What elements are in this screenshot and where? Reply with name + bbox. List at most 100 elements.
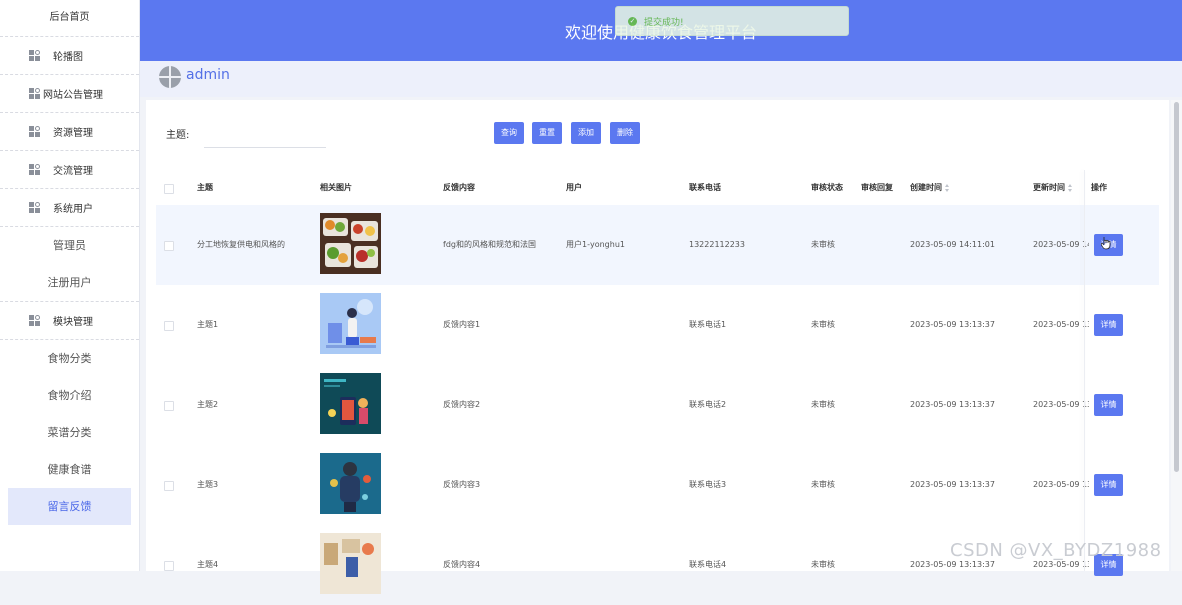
cell-phone: 联系电话2 bbox=[689, 400, 727, 409]
grid-icon bbox=[29, 201, 41, 214]
sidebar-item-healthy-recipes[interactable]: 健康食谱 bbox=[0, 451, 139, 488]
cell-phone: 联系电话1 bbox=[689, 320, 727, 329]
grid-icon bbox=[29, 314, 41, 327]
col-image: 相关图片 bbox=[320, 183, 352, 192]
sidebar-item-recipe-category[interactable]: 菜谱分类 bbox=[0, 414, 139, 451]
cell-content: 反馈内容4 bbox=[443, 560, 481, 569]
col-user: 用户 bbox=[566, 183, 582, 192]
reset-button[interactable]: 重置 bbox=[532, 122, 562, 144]
sidebar-item-resources[interactable]: 资源管理 bbox=[0, 113, 139, 151]
cell-updated: 2023-05-09 13:13:37 bbox=[1033, 320, 1089, 329]
avatar[interactable] bbox=[159, 66, 181, 88]
table-row: 主题1 反馈内容1 联系电话1 未审核 2023-05-09 13:13:37 … bbox=[156, 285, 1159, 365]
sidebar-item-carousel[interactable]: 轮播图 bbox=[0, 37, 139, 75]
col-updated[interactable]: 更新时间 bbox=[1033, 175, 1073, 205]
col-status: 审核状态 bbox=[811, 183, 843, 192]
cell-created: 2023-05-09 14:11:01 bbox=[910, 240, 995, 249]
cell-subject: 分工地恢复供电和风格的 bbox=[197, 240, 285, 249]
cell-status: 未审核 bbox=[811, 240, 835, 249]
content-card: 主题: 查询 重置 添加 删除 主题 相关图片 反馈内容 用户 联系电话 审核状… bbox=[146, 100, 1169, 594]
username[interactable]: admin bbox=[186, 67, 230, 83]
cell-user bbox=[566, 365, 684, 445]
cell-status: 未审核 bbox=[811, 560, 835, 569]
cell-reply bbox=[861, 525, 909, 605]
cell-status: 未审核 bbox=[811, 400, 835, 409]
cell-subject: 主题4 bbox=[197, 560, 219, 569]
sidebar-item-notice[interactable]: 网站公告管理 bbox=[0, 75, 139, 113]
cell-content: fdg和的风格和规范和法国 bbox=[443, 240, 536, 249]
sort-icon[interactable] bbox=[1068, 183, 1073, 192]
cell-reply bbox=[861, 445, 909, 525]
row-checkbox[interactable] bbox=[164, 321, 174, 331]
cell-status: 未审核 bbox=[811, 320, 835, 329]
sidebar-item-feedback[interactable]: 留言反馈 bbox=[8, 488, 131, 525]
cell-subject: 主题2 bbox=[197, 400, 219, 409]
illustration-man-image bbox=[320, 453, 381, 514]
table-header: 主题 相关图片 反馈内容 用户 联系电话 审核状态 审核回复 创建时间 更新时间… bbox=[156, 175, 1159, 205]
sidebar-item-label: 系统用户 bbox=[53, 204, 93, 215]
cell-content: 反馈内容1 bbox=[443, 320, 481, 329]
sidebar-item-registered-users[interactable]: 注册用户 bbox=[0, 264, 139, 301]
check-icon: ✓ bbox=[628, 16, 637, 26]
cell-updated: 2023-05-09 13:13:37 bbox=[1033, 480, 1089, 489]
cell-content: 反馈内容3 bbox=[443, 480, 481, 489]
col-created[interactable]: 创建时间 bbox=[910, 175, 950, 205]
table-row: 分工地恢复供电和风格的 fdg和的风格和规范和法国 用户1-yonghu1 13… bbox=[156, 205, 1159, 285]
sidebar-item-admins[interactable]: 管理员 bbox=[0, 227, 139, 264]
cell-user: 用户1-yonghu1 bbox=[566, 240, 625, 249]
query-button[interactable]: 查询 bbox=[494, 122, 524, 144]
table-row: 主题4 反馈内容4 联系电话4 未审核 2023-05-09 13:13:37 … bbox=[156, 525, 1159, 605]
search-input[interactable] bbox=[204, 120, 326, 148]
detail-button[interactable]: 详情 bbox=[1094, 314, 1123, 336]
grid-icon bbox=[29, 49, 41, 62]
table-row: 主题3 反馈内容3 联系电话3 未审核 2023-05-09 13:13:37 … bbox=[156, 445, 1159, 525]
sidebar-item-label: 网站公告管理 bbox=[43, 90, 103, 101]
add-button[interactable]: 添加 bbox=[571, 122, 601, 144]
row-checkbox[interactable] bbox=[164, 401, 174, 411]
grid-icon bbox=[29, 163, 41, 176]
sidebar-item-label: 交流管理 bbox=[53, 166, 93, 177]
sidebar-item-food-intro[interactable]: 食物介绍 bbox=[0, 377, 139, 414]
row-checkbox[interactable] bbox=[164, 481, 174, 491]
cell-user bbox=[566, 525, 684, 605]
delete-button[interactable]: 删除 bbox=[610, 122, 640, 144]
sidebar-home[interactable]: 后台首页 bbox=[0, 0, 139, 37]
sidebar-item-system-users[interactable]: 系统用户 bbox=[0, 189, 139, 227]
fixed-column-divider bbox=[1084, 170, 1085, 571]
sidebar-item-communication[interactable]: 交流管理 bbox=[0, 151, 139, 189]
cell-updated: 2023-05-09 13:13:37 bbox=[1033, 560, 1089, 569]
cell-reply bbox=[861, 205, 909, 285]
vertical-scrollbar[interactable] bbox=[1171, 100, 1182, 571]
select-all-checkbox[interactable] bbox=[164, 184, 174, 194]
cell-created: 2023-05-09 13:13:37 bbox=[910, 480, 995, 489]
sidebar-item-modules[interactable]: 模块管理 bbox=[0, 301, 139, 340]
success-toast: ✓ 提交成功! bbox=[615, 6, 849, 36]
cell-created: 2023-05-09 13:13:37 bbox=[910, 560, 995, 569]
cell-phone: 联系电话3 bbox=[689, 480, 727, 489]
col-actions: 操作 bbox=[1091, 183, 1107, 192]
cell-reply bbox=[861, 285, 909, 365]
cell-phone: 13222112233 bbox=[689, 240, 745, 249]
col-reply: 审核回复 bbox=[861, 183, 893, 192]
sidebar-item-label: 资源管理 bbox=[53, 128, 93, 139]
sidebar-item-food-category[interactable]: 食物分类 bbox=[0, 340, 139, 377]
cell-updated: 2023-05-09 14:11:01 bbox=[1033, 240, 1089, 249]
grid-icon bbox=[29, 87, 41, 100]
cell-created: 2023-05-09 13:13:37 bbox=[910, 400, 995, 409]
cell-user bbox=[566, 445, 684, 525]
sort-icon[interactable] bbox=[945, 183, 950, 192]
user-bar: admin bbox=[140, 61, 1182, 97]
row-checkbox[interactable] bbox=[164, 241, 174, 251]
illustration-room-image bbox=[320, 533, 381, 594]
cell-updated: 2023-05-09 13:13:37 bbox=[1033, 400, 1089, 409]
cell-content: 反馈内容2 bbox=[443, 400, 481, 409]
food-bowls-image bbox=[320, 213, 381, 274]
top-header: 欢迎使用健康饮食管理平台 ✓ 提交成功! bbox=[140, 0, 1182, 61]
illustration-phone-image bbox=[320, 373, 381, 434]
cell-reply bbox=[861, 365, 909, 445]
cell-status: 未审核 bbox=[811, 480, 835, 489]
detail-button[interactable]: 详情 bbox=[1094, 474, 1123, 496]
detail-button[interactable]: 详情 bbox=[1094, 394, 1123, 416]
row-checkbox[interactable] bbox=[164, 561, 174, 571]
scrollbar-thumb[interactable] bbox=[1174, 102, 1179, 472]
